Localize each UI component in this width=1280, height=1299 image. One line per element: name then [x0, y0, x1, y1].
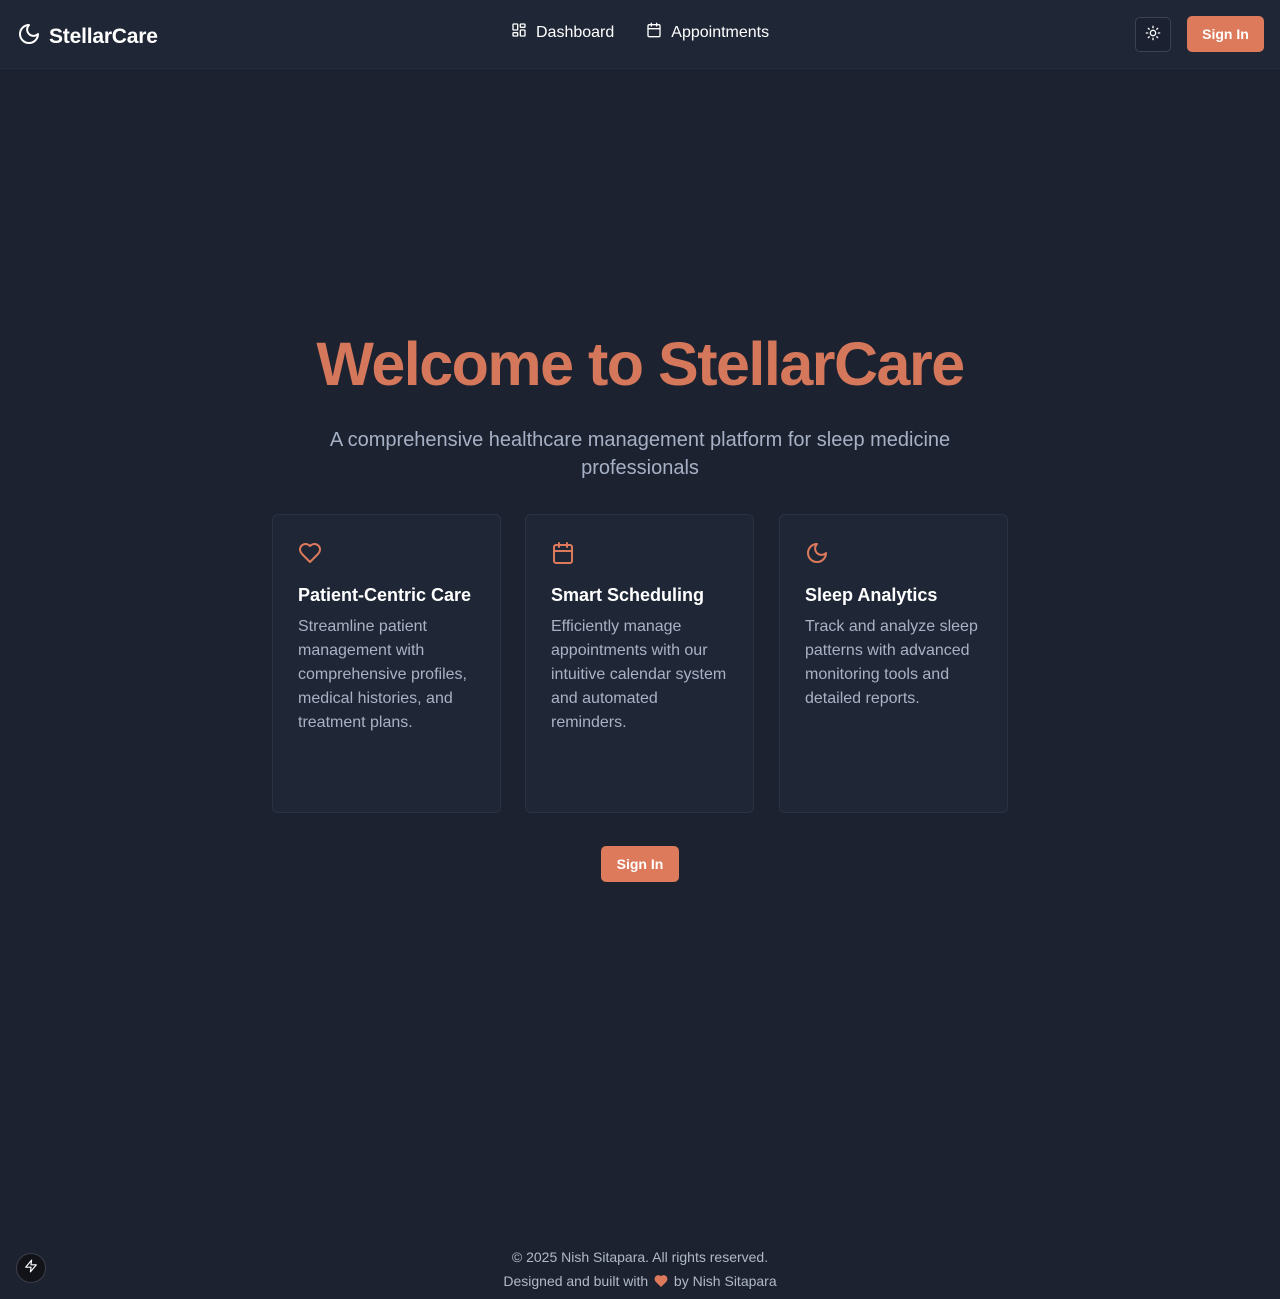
- feature-description: Streamline patient management with compr…: [298, 618, 467, 731]
- feature-title: Smart Scheduling: [551, 585, 705, 605]
- nav-item-dashboard[interactable]: Dashboard: [511, 22, 614, 43]
- main-nav: Dashboard Appointments: [511, 22, 769, 43]
- calendar-icon: [646, 22, 662, 43]
- dev-tools-badge[interactable]: [16, 1253, 46, 1283]
- nav-item-label: Appointments: [671, 23, 770, 41]
- nav-item-appointments[interactable]: Appointments: [646, 22, 769, 43]
- theme-toggle-button[interactable]: [1135, 17, 1171, 52]
- feature-card-sleep-analytics: Sleep Analytics Track and analyze sleep …: [779, 514, 1008, 813]
- built-prefix: Designed and built with: [503, 1273, 649, 1289]
- hero-sign-in-button[interactable]: Sign In: [601, 846, 679, 882]
- moon-icon: [805, 541, 829, 565]
- header-sign-in-button[interactable]: Sign In: [1187, 16, 1264, 52]
- feature-title: Sleep Analytics: [805, 585, 938, 605]
- feature-description: Efficiently manage appointments with our…: [551, 618, 727, 731]
- bolt-icon: [24, 1259, 38, 1278]
- nav-item-label: Dashboard: [536, 23, 615, 41]
- hero-subtitle: A comprehensive healthcare management pl…: [329, 429, 951, 479]
- feature-card-patient-care: Patient-Centric Care Streamline patient …: [272, 514, 501, 813]
- feature-card-scheduling: Smart Scheduling Efficiently manage appo…: [525, 514, 754, 813]
- feature-description: Track and analyze sleep patterns with ad…: [805, 618, 978, 707]
- calendar-icon: [551, 541, 575, 565]
- dashboard-grid-icon: [511, 22, 527, 43]
- built-suffix: by Nish Sitapara: [673, 1273, 777, 1289]
- heart-icon: [654, 1271, 668, 1295]
- sun-icon: [1145, 25, 1161, 44]
- hero-title: Welcome to StellarCare: [316, 330, 965, 398]
- moon-icon: [17, 22, 41, 51]
- copyright-text: © 2025 Nish Sitapara. All rights reserve…: [511, 1249, 769, 1265]
- feature-title: Patient-Centric Care: [298, 585, 472, 605]
- footer: © 2025 Nish Sitapara. All rights reserve…: [0, 1245, 1280, 1295]
- brand-name: StellarCare: [49, 24, 158, 48]
- top-navbar: StellarCare Dashboard Appointments Sign …: [0, 0, 1280, 69]
- brand-logo[interactable]: StellarCare: [17, 22, 158, 51]
- built-by-line: Designed and built with by Nish Sitapara: [0, 1269, 1280, 1295]
- heart-icon: [298, 541, 322, 565]
